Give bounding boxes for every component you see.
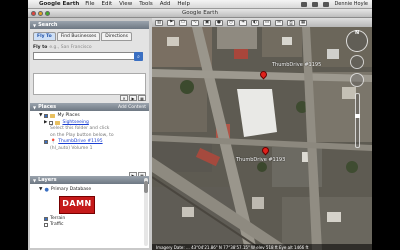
maps-icon[interactable]: ▦ (299, 19, 307, 26)
menu-help[interactable]: Help (177, 1, 190, 7)
tree-item-desc: (hl_auto) Volume 1 (33, 146, 146, 153)
volume-icon[interactable] (312, 1, 319, 7)
menubar-extras: Dennie Hoyle (301, 1, 372, 7)
expand-triangle-icon[interactable]: ▼ (39, 187, 42, 194)
tab-fly-to[interactable]: Fly To (33, 32, 56, 41)
menu-tools[interactable]: Tools (139, 1, 153, 7)
checkbox[interactable] (44, 223, 48, 228)
toolbar: ▥ ⚑ ⬠ ∿ ▣ ● ◷ ☀ ◐ ▭ ✉ ⎙ ▦ (152, 18, 372, 27)
damn-logo: DAMN (59, 195, 95, 214)
polygon-icon[interactable]: ⬠ (179, 19, 187, 26)
planet-icon[interactable]: ◐ (251, 19, 259, 26)
search-panel-title: Search (38, 22, 58, 28)
window-title: Google Earth (182, 10, 218, 16)
fly-to-input[interactable]: ⌕ (33, 52, 143, 61)
checkbox[interactable] (44, 216, 48, 221)
layers-section: ▼ Layers ▼ ● Primary Database DAMN Terra… (30, 176, 149, 248)
zoom-slider[interactable] (355, 93, 360, 148)
play-tour-icon[interactable]: ▶ (129, 95, 137, 101)
sidebar-icon[interactable]: ▥ (155, 19, 163, 26)
tab-find-businesses[interactable]: Find Businesses (56, 32, 101, 41)
menu-add[interactable]: Add (160, 1, 171, 7)
search-tabs: Fly To Find Businesses Directions (30, 29, 149, 41)
sidebar: ▼ Search Fly To Find Businesses Directio… (30, 21, 149, 248)
menu-edit[interactable]: Edit (101, 1, 112, 7)
fly-to-row: Fly to e.g., San Francisco (33, 45, 146, 50)
move-control[interactable] (350, 73, 364, 87)
folder-icon (50, 114, 56, 119)
expand-triangle-icon[interactable]: ▼ (39, 113, 42, 120)
add-content-button[interactable]: Add Content (118, 105, 146, 110)
window-titlebar: Google Earth (28, 9, 372, 18)
menu-app-name[interactable]: Google Earth (39, 1, 79, 7)
wifi-icon[interactable] (301, 1, 308, 7)
map-status-bar: Imagery Date: ... 43°04'21.86" N 77°38'5… (152, 244, 372, 250)
overlay-icon[interactable]: ▣ (203, 19, 211, 26)
search-panel-header[interactable]: ▼ Search (30, 21, 149, 29)
tree-item-label: Primary Database (50, 187, 92, 192)
tree-item-label: Traffic (50, 222, 64, 227)
menu-file[interactable]: File (85, 1, 94, 7)
places-panel-header[interactable]: ▼ Places Add Content (30, 103, 149, 111)
expand-triangle-icon[interactable]: ▶ (44, 120, 47, 127)
menu-view[interactable]: View (119, 1, 132, 7)
menubar-user[interactable]: Dennie Hoyle (334, 1, 368, 7)
window-body: ▼ Search Fly To Find Businesses Directio… (28, 18, 372, 250)
tour-icon[interactable]: ● (215, 19, 223, 26)
print-icon[interactable]: ⎙ (287, 19, 295, 26)
north-indicator: N (355, 30, 360, 36)
places-panel-title: Places (38, 104, 57, 110)
earth-map-view[interactable]: ThumbDrive #1195 ThumbDrive #1193 N Imag… (152, 27, 372, 250)
globe-icon: ● (44, 187, 49, 193)
search-button[interactable]: ⌕ (134, 52, 143, 61)
battery-icon[interactable] (323, 1, 330, 7)
mac-menubar: Google Earth File Edit View Tools Add He… (28, 0, 372, 9)
zoom-slider-knob[interactable] (355, 114, 360, 118)
search-area: Fly to e.g., San Francisco ⌕ ✕ ▶ ▦ (30, 41, 149, 103)
map-label-thumbdrive-1[interactable]: ThumbDrive #1195 (272, 62, 321, 68)
path-icon[interactable]: ∿ (191, 19, 199, 26)
tree-item-traffic[interactable]: Traffic (33, 222, 146, 229)
fly-to-label: Fly to (33, 45, 48, 50)
tree-item-primary-db[interactable]: ▼ ● Primary Database (33, 187, 146, 194)
fly-to-hint: e.g., San Francisco (49, 45, 92, 50)
compass-control[interactable]: N (346, 30, 368, 52)
email-icon[interactable]: ✉ (275, 19, 283, 26)
map-label-thumbdrive-2[interactable]: ThumbDrive #1193 (236, 157, 285, 163)
view-icon[interactable]: ▦ (138, 95, 146, 101)
folder-icon (55, 120, 61, 125)
google-earth-window: Google Earth ▼ Search Fly To Find Busine… (28, 9, 372, 250)
collapse-triangle-icon[interactable]: ▼ (33, 105, 36, 110)
collapse-triangle-icon[interactable]: ▼ (33, 178, 36, 183)
tab-directions[interactable]: Directions (101, 32, 132, 41)
layers-panel-title: Layers (38, 177, 57, 183)
ruler-icon[interactable]: ▭ (263, 19, 271, 26)
places-panel: ▼ My Places ▶ Sightseeing Select this fo… (30, 111, 149, 180)
delete-results-icon[interactable]: ✕ (120, 95, 128, 101)
placemark-icon[interactable]: ⚑ (167, 19, 175, 26)
collapse-triangle-icon[interactable]: ▼ (33, 23, 36, 28)
layers-tree: ▼ ● Primary Database DAMN Terrain Traffi… (30, 184, 149, 231)
look-control[interactable] (350, 55, 364, 69)
checkbox[interactable] (44, 140, 48, 145)
layers-panel-header[interactable]: ▼ Layers (30, 176, 149, 184)
checkbox[interactable] (44, 114, 49, 119)
checkbox[interactable] (49, 120, 54, 125)
sun-icon[interactable]: ☀ (239, 19, 247, 26)
thumbdrive-desc: (hl_auto) Volume 1 (50, 145, 93, 151)
search-list-buttons: ✕ ▶ ▦ (120, 95, 146, 101)
satellite-imagery (152, 27, 372, 250)
layers-scrollbar[interactable] (144, 178, 148, 246)
search-results-list[interactable] (33, 73, 146, 95)
places-tree: ▼ My Places ▶ Sightseeing Select this fo… (30, 111, 149, 154)
scrollbar-thumb[interactable] (144, 181, 148, 193)
history-icon[interactable]: ◷ (227, 19, 235, 26)
